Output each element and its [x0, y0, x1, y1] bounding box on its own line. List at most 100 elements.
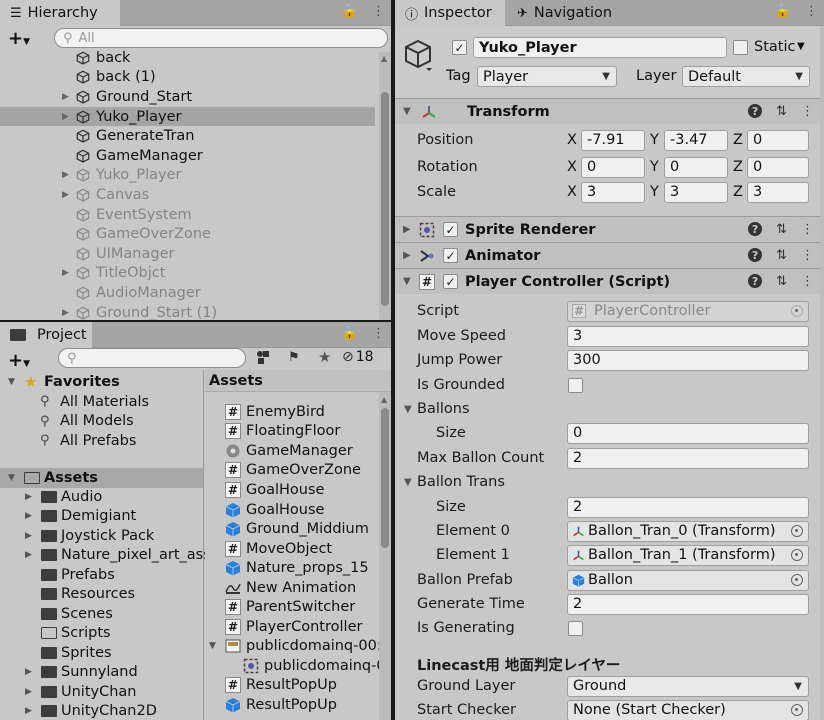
asset-item[interactable]: ResultPopUp	[205, 695, 375, 715]
hierarchy-item[interactable]: GenerateTran	[0, 126, 375, 146]
component-menu-icon[interactable]: ⋮	[801, 248, 814, 263]
favorites-header[interactable]: ▼ ★ Favorites	[0, 372, 203, 392]
asset-folder-item[interactable]: ▶ Sunnyland	[0, 663, 203, 683]
preset-sliders-icon[interactable]: ⇅	[776, 222, 787, 237]
lock-icon[interactable]: 🔒	[342, 4, 358, 19]
preset-sliders-icon[interactable]: ⇅	[776, 104, 787, 119]
asset-folder-item[interactable]: Prefabs	[0, 565, 203, 585]
scrollbar-thumb[interactable]	[381, 408, 389, 548]
start-checker-object-field[interactable]: None (Start Checker)	[567, 699, 809, 720]
expand-arrow-icon[interactable]: ▶	[62, 268, 72, 278]
asset-item[interactable]: New Animation	[205, 578, 375, 598]
hierarchy-item[interactable]: GameOverZone	[0, 224, 375, 244]
hierarchy-item[interactable]: ▶ Yuko_Player	[0, 166, 375, 186]
asset-item[interactable]: # GoalHouse	[205, 480, 375, 500]
asset-item[interactable]: Nature_props_15	[205, 558, 375, 578]
object-picker-icon[interactable]	[791, 549, 803, 561]
tab-inspector[interactable]: ⓘ Inspector	[395, 0, 505, 26]
inspector-scrollbar[interactable]	[820, 26, 824, 720]
expand-arrow-icon[interactable]: ▶	[25, 511, 32, 521]
expand-arrow-icon[interactable]: ▶	[62, 190, 72, 200]
rotation-z-field[interactable]: 0	[747, 156, 809, 178]
project-search-input[interactable]: ⚲	[58, 348, 246, 368]
tab-hierarchy[interactable]: ☰ Hierarchy	[0, 0, 120, 26]
transform-component-header[interactable]: ▼ Transform ? ⇅ ⋮	[395, 98, 824, 124]
tab-project[interactable]: Project	[0, 322, 92, 348]
asset-item[interactable]: # MoveObject	[205, 539, 375, 559]
add-create-button[interactable]: +▼	[8, 28, 30, 49]
asset-item[interactable]: # FloatingFloor	[205, 422, 375, 442]
tag-dropdown[interactable]: Player ▼	[477, 66, 617, 87]
expand-arrow-icon[interactable]: ▶	[25, 492, 32, 502]
scrollbar-thumb[interactable]	[381, 92, 389, 306]
hierarchy-scrollbar[interactable]: ▲	[379, 52, 391, 320]
ground-layer-dropdown[interactable]: Ground ▼	[567, 675, 809, 697]
help-icon[interactable]: ?	[748, 248, 763, 262]
favorites-item[interactable]: ⚲ All Models	[0, 412, 203, 432]
preset-sliders-icon[interactable]: ⇅	[776, 248, 787, 263]
sprite-renderer-enabled-checkbox[interactable]: ✓	[443, 222, 458, 237]
player-controller-component-header[interactable]: ▼ # ✓ Player Controller (Script) ? ⇅ ⋮	[395, 268, 824, 294]
asset-folder-item[interactable]: ▶ UnityChan	[0, 682, 203, 702]
collapse-arrow-icon[interactable]: ▼	[209, 641, 216, 651]
scale-z-field[interactable]: 3	[747, 181, 809, 203]
tab-navigation[interactable]: ✈ Navigation	[507, 0, 627, 26]
jump-power-field[interactable]: 300	[567, 349, 809, 371]
hierarchy-item[interactable]: ▶ Yuko_Player	[0, 106, 375, 127]
search-by-label-icon[interactable]: ⚑	[288, 350, 300, 365]
ballons-foldout-row[interactable]: ▼ Ballons	[395, 397, 824, 421]
assets-breadcrumb[interactable]: Assets	[205, 370, 391, 392]
hidden-packages-toggle[interactable]: ⊘ 18	[342, 349, 374, 365]
element1-object-field[interactable]: Ballon_Tran_1 (Transform)	[567, 544, 809, 566]
static-checkbox[interactable]	[733, 40, 748, 55]
hierarchy-item[interactable]: AudioManager	[0, 283, 375, 303]
scroll-up-icon[interactable]: ▲	[381, 54, 387, 63]
is-generating-checkbox[interactable]	[568, 620, 583, 636]
more-menu-icon[interactable]: ⋮	[372, 326, 385, 341]
move-speed-field[interactable]: 3	[567, 325, 809, 347]
asset-item[interactable]: publicdomainq-0	[205, 656, 386, 676]
add-create-button[interactable]: +▼	[8, 350, 30, 371]
static-dropdown-icon[interactable]: ▼	[797, 41, 805, 52]
object-picker-icon[interactable]	[791, 525, 803, 537]
expand-arrow-icon[interactable]: ▶	[62, 92, 72, 102]
expand-arrow-icon[interactable]: ▶	[25, 550, 32, 560]
component-menu-icon[interactable]: ⋮	[801, 222, 814, 237]
hierarchy-item[interactable]: ▶ Ground_Start (1)	[0, 303, 375, 320]
search-by-type-icon[interactable]	[256, 350, 270, 364]
hierarchy-item[interactable]: ▶ TitleObjct	[0, 264, 375, 284]
asset-item[interactable]: Ground_Middium	[205, 519, 375, 539]
sprite-renderer-component-header[interactable]: ▶ ✓ Sprite Renderer ? ⇅ ⋮	[395, 216, 824, 242]
asset-folder-item[interactable]: ▶ UnityChan2D	[0, 702, 203, 720]
hierarchy-item[interactable]: ▶ Canvas	[0, 185, 375, 205]
asset-folder-item[interactable]: ▶ Joystick Pack	[0, 526, 203, 546]
rotation-x-field[interactable]: 0	[581, 156, 645, 178]
expand-arrow-icon[interactable]: ▶	[62, 308, 72, 318]
position-y-field[interactable]: -3.47	[664, 129, 728, 151]
scale-y-field[interactable]: 3	[664, 181, 728, 203]
lock-icon[interactable]: 🔒	[775, 4, 791, 19]
hierarchy-item[interactable]: ▶ Ground_Start	[0, 87, 375, 107]
favorites-item[interactable]: ⚲ All Prefabs	[0, 431, 203, 451]
ballon-prefab-object-field[interactable]: Ballon	[567, 569, 809, 591]
object-name-field[interactable]: Yuko_Player	[473, 37, 727, 58]
element0-object-field[interactable]: Ballon_Tran_0 (Transform)	[567, 520, 809, 542]
more-menu-icon[interactable]: ⋮	[372, 4, 385, 19]
asset-folder-item[interactable]: Scenes	[0, 604, 203, 624]
component-menu-icon[interactable]: ⋮	[801, 274, 814, 289]
animator-enabled-checkbox[interactable]: ✓	[443, 248, 458, 263]
asset-scrollbar[interactable]: ▲	[379, 392, 391, 720]
layer-dropdown[interactable]: Default ▼	[682, 66, 810, 87]
asset-item[interactable]: GameManager	[205, 441, 375, 461]
preset-sliders-icon[interactable]: ⇅	[776, 274, 787, 289]
ballon-trans-size-field[interactable]: 2	[567, 496, 809, 518]
asset-item[interactable]: # GameOverZone	[205, 461, 375, 481]
ballon-trans-foldout-row[interactable]: ▼ Ballon Trans	[395, 470, 824, 494]
position-z-field[interactable]: 0	[747, 129, 809, 151]
expand-arrow-icon[interactable]: ▶	[25, 667, 32, 677]
asset-item[interactable]: # ResultPopUp	[205, 676, 375, 696]
asset-folder-item[interactable]: Sprites	[0, 643, 203, 663]
asset-item[interactable]: # ParentSwitcher	[205, 598, 375, 618]
ballons-size-field[interactable]: 0	[567, 422, 809, 444]
object-picker-icon[interactable]	[791, 704, 803, 716]
